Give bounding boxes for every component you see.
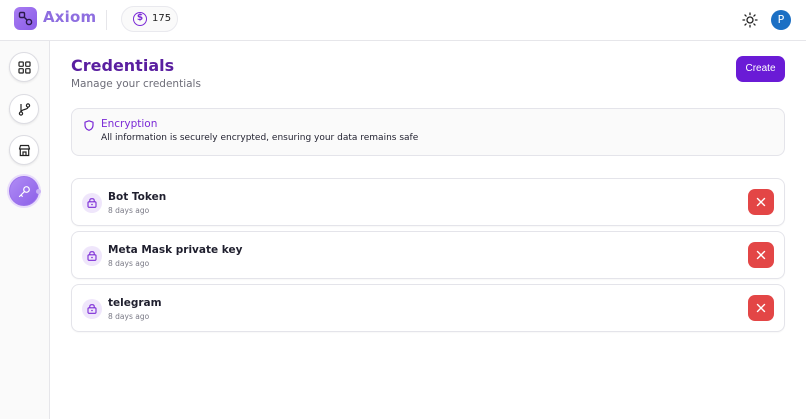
create-button[interactable]: Create bbox=[736, 56, 785, 82]
sidebar-item-marketplace[interactable] bbox=[9, 135, 39, 165]
sidebar-item-credentials[interactable] bbox=[9, 176, 39, 206]
lock-icon bbox=[82, 246, 102, 266]
header-divider bbox=[106, 10, 107, 30]
close-icon bbox=[756, 303, 766, 313]
logo-icon bbox=[18, 11, 33, 26]
grid-icon bbox=[18, 61, 31, 74]
shield-icon bbox=[84, 120, 94, 131]
lock-icon bbox=[82, 299, 102, 319]
credential-row: Meta Mask private key 8 days ago bbox=[71, 231, 785, 279]
app-logo[interactable] bbox=[14, 7, 37, 30]
delete-button[interactable] bbox=[748, 242, 774, 268]
dollar-coin-icon: $ bbox=[133, 12, 147, 26]
credential-row: telegram 8 days ago bbox=[71, 284, 785, 332]
user-avatar[interactable]: P bbox=[771, 10, 791, 30]
sidebar-item-dashboard[interactable] bbox=[9, 52, 39, 82]
key-icon bbox=[18, 186, 30, 198]
store-icon bbox=[18, 144, 31, 157]
delete-button[interactable] bbox=[748, 189, 774, 215]
credential-name: Meta Mask private key bbox=[108, 244, 243, 256]
credential-time: 8 days ago bbox=[108, 206, 150, 215]
notice-title: Encryption bbox=[101, 118, 158, 130]
sidebar bbox=[0, 41, 50, 419]
sun-icon[interactable] bbox=[742, 12, 758, 28]
credits-badge[interactable]: $ 175 bbox=[121, 6, 178, 32]
sidebar-item-workflows[interactable] bbox=[9, 94, 39, 124]
close-icon bbox=[756, 197, 766, 207]
page-subtitle: Manage your credentials bbox=[71, 78, 201, 90]
encryption-notice: Encryption All information is securely e… bbox=[71, 108, 785, 156]
credential-time: 8 days ago bbox=[108, 312, 150, 321]
top-bar: Axiom $ 175 P bbox=[0, 0, 806, 41]
credential-name: telegram bbox=[108, 297, 162, 309]
notice-text: All information is securely encrypted, e… bbox=[101, 133, 419, 143]
credential-time: 8 days ago bbox=[108, 259, 150, 268]
active-indicator bbox=[36, 189, 41, 194]
credential-row: Bot Token 8 days ago bbox=[71, 178, 785, 226]
git-branch-icon bbox=[18, 103, 31, 116]
brand-name: Axiom bbox=[43, 8, 97, 26]
lock-icon bbox=[82, 193, 102, 213]
credits-count: 175 bbox=[152, 13, 172, 24]
delete-button[interactable] bbox=[748, 295, 774, 321]
close-icon bbox=[756, 250, 766, 260]
credential-name: Bot Token bbox=[108, 191, 167, 203]
page-title: Credentials bbox=[71, 56, 175, 75]
